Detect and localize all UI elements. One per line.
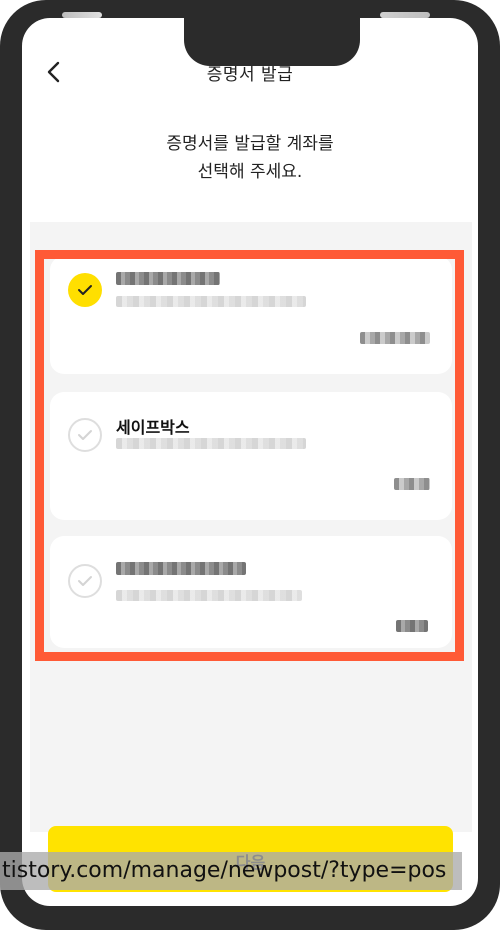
checkmark-icon (78, 285, 92, 295)
balance-redacted (360, 332, 430, 344)
device-notch (184, 18, 360, 66)
status-time-blurred (62, 12, 102, 18)
check-circle-empty[interactable] (68, 564, 102, 598)
account-card[interactable] (50, 536, 452, 648)
url-watermark: tistory.com/manage/newpost/?type=pos (0, 852, 462, 890)
checkmark-icon (78, 576, 92, 586)
check-circle-empty[interactable] (68, 418, 102, 452)
account-card[interactable] (50, 256, 452, 374)
balance-redacted (394, 478, 430, 490)
account-name-redacted (116, 272, 220, 285)
status-icons-blurred (380, 12, 430, 18)
checkmark-icon (78, 430, 92, 440)
account-number-redacted (116, 438, 306, 449)
instruction-line-1: 증명서를 발급할 계좌를 (166, 134, 334, 154)
instruction-text: 증명서를 발급할 계좌를 선택해 주세요. (22, 130, 478, 186)
account-number-redacted (116, 296, 306, 307)
balance-redacted (396, 620, 428, 632)
account-name: 세이프박스 (116, 418, 190, 437)
account-number-redacted (116, 590, 302, 601)
instruction-line-2: 선택해 주세요. (197, 162, 303, 182)
account-name-redacted (116, 562, 246, 575)
account-card[interactable]: 세이프박스 (50, 392, 452, 520)
check-circle-selected[interactable] (68, 273, 102, 307)
